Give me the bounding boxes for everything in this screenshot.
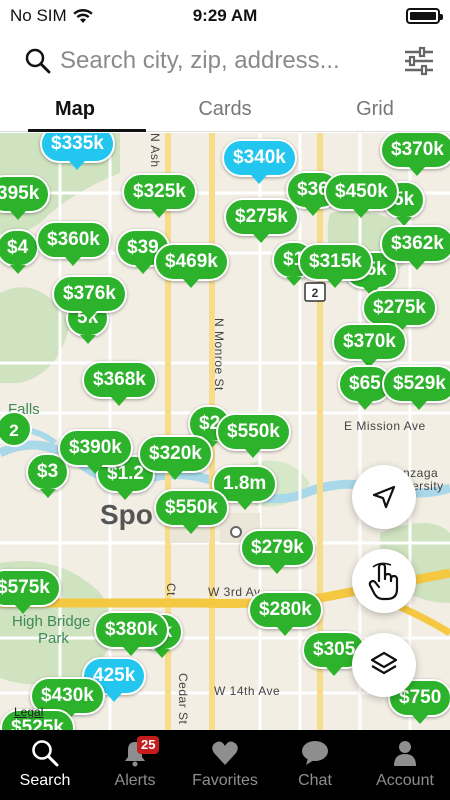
nav-favorites[interactable]: Favorites [180, 730, 270, 800]
person-icon [394, 741, 416, 766]
svg-text:2: 2 [312, 286, 319, 300]
bottom-nav: Search 25 Alerts Favorites Chat Account [0, 730, 450, 800]
street-label-fourteenth: W 14th Ave [214, 684, 281, 698]
street-label-cedar: Cedar St [176, 673, 190, 725]
location-arrow-icon [372, 485, 396, 509]
price-pin[interactable]: $376k [52, 275, 127, 320]
tab-cards[interactable]: Cards [150, 90, 300, 131]
price-pin[interactable]: 395k [0, 175, 51, 220]
park-label-line-1: High Bridge [12, 613, 91, 630]
park-label-line-2: Park [38, 630, 69, 647]
tab-map[interactable]: Map [0, 90, 150, 132]
price-pin[interactable]: $335k [40, 133, 115, 170]
nav-chat-label: Chat [298, 772, 332, 789]
price-pin[interactable]: $340k [222, 139, 297, 184]
search-icon [32, 740, 59, 767]
filter-sliders-icon[interactable] [402, 44, 436, 78]
price-pin[interactable]: $450k [324, 173, 399, 218]
price-pin[interactable]: $380k [94, 611, 169, 656]
draw-search-button[interactable] [352, 549, 416, 613]
price-pin[interactable]: $469k [154, 243, 229, 288]
price-pin[interactable]: $325k [122, 173, 197, 218]
price-pin[interactable]: $575k [0, 569, 61, 614]
alerts-badge: 25 [137, 736, 160, 754]
price-pin[interactable]: $280k [248, 591, 323, 636]
nav-account-label: Account [376, 772, 434, 789]
search-input[interactable] [60, 47, 396, 75]
layers-icon [370, 651, 398, 675]
hand-pointer-icon [368, 562, 399, 601]
price-pin[interactable]: $320k [138, 435, 213, 480]
price-pin[interactable]: $550k [154, 489, 229, 534]
map-layers-button[interactable] [352, 633, 416, 697]
street-label-ash: N Ash [148, 133, 162, 168]
chat-bubble-icon [302, 741, 328, 765]
nav-search[interactable]: Search [0, 730, 90, 800]
search-bar [0, 36, 450, 86]
city-label: Spo [100, 499, 153, 530]
nav-search-label: Search [19, 772, 71, 789]
price-pin[interactable]: $370k [332, 323, 407, 368]
price-pin[interactable]: $360k [36, 221, 111, 266]
view-tabs: Map Cards Grid [0, 90, 450, 132]
price-pin[interactable]: $315k [298, 243, 373, 288]
street-label-monroe: N Monroe St [212, 318, 226, 391]
nav-alerts-label: Alerts [114, 772, 156, 789]
nav-alerts[interactable]: 25 Alerts [90, 730, 180, 800]
price-pin[interactable]: $279k [240, 529, 315, 574]
status-left: No SIM [10, 6, 93, 26]
price-pin[interactable]: $550k [216, 413, 291, 458]
price-pin[interactable]: $275k [224, 198, 299, 243]
street-label-mission: E Mission Ave [344, 419, 426, 433]
nav-account[interactable]: Account [360, 730, 450, 800]
street-label-sixth: Ct [164, 583, 178, 596]
locate-me-button[interactable] [352, 465, 416, 529]
price-pin[interactable]: $370k [380, 133, 450, 176]
search-icon[interactable] [24, 47, 52, 75]
legal-link[interactable]: Legal [14, 705, 43, 719]
nav-favorites-label: Favorites [192, 772, 258, 789]
heart-icon [212, 741, 238, 765]
price-pin[interactable]: $4 [0, 229, 40, 274]
price-pin[interactable]: $529k [382, 365, 450, 410]
price-pin[interactable]: $275k [362, 289, 437, 334]
tab-grid[interactable]: Grid [300, 90, 450, 131]
carrier-label: No SIM [10, 6, 67, 25]
price-pin[interactable]: $368k [82, 361, 157, 406]
status-bar: No SIM 9:29 AM [0, 0, 450, 32]
price-pin[interactable]: $362k [380, 225, 450, 270]
wifi-icon [72, 8, 93, 23]
price-pin[interactable]: $390k [58, 429, 133, 474]
map-view[interactable]: 2 N Ash N Monroe St E Mission Ave W 3rd … [0, 133, 450, 730]
battery-icon [406, 8, 443, 24]
nav-chat[interactable]: Chat [270, 730, 360, 800]
